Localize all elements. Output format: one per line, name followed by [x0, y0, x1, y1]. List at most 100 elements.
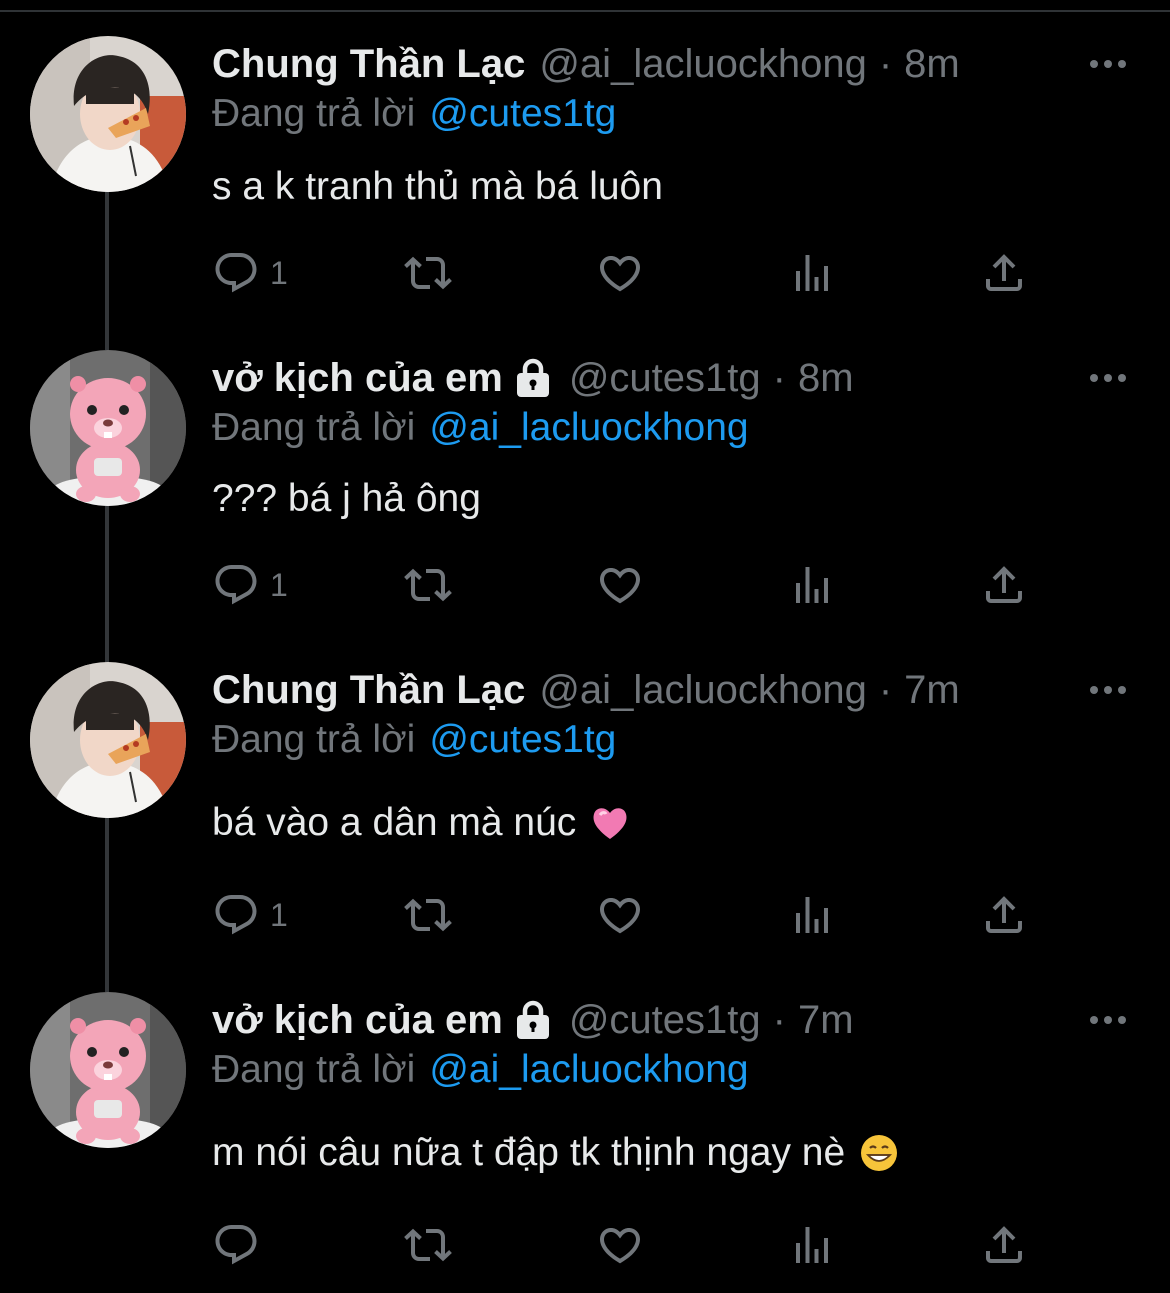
replying-label: Đang trả lời	[212, 1048, 416, 1091]
action-bar: 1	[0, 248, 1170, 298]
replying-to: Đang trả lời @ai_lacluockhong	[212, 1048, 749, 1092]
like-button[interactable]	[596, 248, 644, 298]
reply-button[interactable]: 1	[212, 248, 288, 298]
share-button[interactable]	[980, 890, 1028, 940]
lock-icon	[511, 356, 555, 400]
like-icon	[596, 1221, 644, 1269]
mention-link[interactable]: @cutes1tg	[429, 718, 616, 761]
share-icon	[980, 249, 1028, 297]
timestamp[interactable]: 7m	[798, 998, 854, 1043]
author-handle[interactable]: @ai_lacluockhong	[539, 668, 866, 713]
tweet-text-content: m nói câu nữa t đập tk thịnh ngay nè	[212, 1131, 846, 1174]
avatar[interactable]	[30, 350, 186, 506]
timestamp[interactable]: 7m	[904, 668, 960, 713]
replying-label: Đang trả lời	[212, 92, 416, 135]
replying-label: Đang trả lời	[212, 406, 416, 449]
reply-count: 1	[270, 254, 288, 291]
tweet-header: Chung Thần Lạc @ai_lacluockhong · 8m	[212, 36, 960, 92]
action-bar	[0, 1220, 1170, 1270]
avatar[interactable]	[30, 662, 186, 818]
tweet-header: Chung Thần Lạc @ai_lacluockhong · 7m	[212, 662, 960, 718]
retweet-icon	[404, 249, 452, 297]
author-handle[interactable]: @cutes1tg	[569, 356, 761, 401]
more-options-icon[interactable]	[1086, 50, 1130, 78]
more-options-icon[interactable]	[1086, 1006, 1130, 1034]
views-button[interactable]	[788, 248, 836, 298]
timestamp[interactable]: 8m	[904, 42, 960, 87]
reply-button[interactable]: 1	[212, 890, 288, 940]
author-name[interactable]: Chung Thần Lạc	[212, 42, 525, 87]
reply-icon	[212, 891, 260, 939]
share-button[interactable]	[980, 1220, 1028, 1270]
replying-label: Đang trả lời	[212, 718, 416, 761]
tweet-text-content: ??? bá j hả ông	[212, 477, 481, 520]
lock-icon	[511, 998, 555, 1042]
tweet-text: s a k tranh thủ mà bá luôn	[212, 164, 663, 210]
tweet-header: vở kịch của em @cutes1tg · 7m	[212, 992, 854, 1048]
views-icon	[788, 561, 836, 609]
retweet-icon	[404, 561, 452, 609]
reply-count: 1	[270, 566, 288, 603]
replying-to: Đang trả lời @cutes1tg	[212, 92, 616, 136]
reply-icon	[212, 1221, 260, 1269]
mention-link[interactable]: @cutes1tg	[429, 92, 616, 135]
like-button[interactable]	[596, 1220, 644, 1270]
reply-count: 1	[270, 896, 288, 933]
timestamp[interactable]: 8m	[798, 356, 854, 401]
views-button[interactable]	[788, 560, 836, 610]
retweet-icon	[404, 1221, 452, 1269]
mention-link[interactable]: @ai_lacluockhong	[429, 1048, 748, 1091]
views-icon	[788, 891, 836, 939]
reply-icon	[212, 249, 260, 297]
separator-dot: ·	[772, 997, 786, 1042]
action-bar: 1	[0, 560, 1170, 610]
separator-dot: ·	[772, 355, 786, 400]
retweet-button[interactable]	[404, 248, 452, 298]
like-icon	[596, 561, 644, 609]
share-button[interactable]	[980, 248, 1028, 298]
like-button[interactable]	[596, 560, 644, 610]
like-button[interactable]	[596, 890, 644, 940]
share-icon	[980, 1221, 1028, 1269]
retweet-button[interactable]	[404, 1220, 452, 1270]
tweet-header: vở kịch của em @cutes1tg · 8m	[212, 350, 854, 406]
share-button[interactable]	[980, 560, 1028, 610]
author-name[interactable]: vở kịch của em	[212, 998, 503, 1043]
author-name[interactable]: Chung Thần Lạc	[212, 668, 525, 713]
share-icon	[980, 561, 1028, 609]
avatar[interactable]	[30, 36, 186, 192]
author-handle[interactable]: @cutes1tg	[569, 998, 761, 1043]
tweet-text-content: bá vào a dân mà núc	[212, 801, 577, 844]
tweet-text: m nói câu nữa t đập tk thịnh ngay nè	[212, 1130, 899, 1176]
avatar[interactable]	[30, 992, 186, 1148]
more-options-icon[interactable]	[1086, 676, 1130, 704]
grinning-face-emoji	[859, 1133, 899, 1173]
replying-to: Đang trả lời @cutes1tg	[212, 718, 616, 762]
retweet-button[interactable]	[404, 560, 452, 610]
action-bar: 1	[0, 890, 1170, 940]
share-icon	[980, 891, 1028, 939]
top-divider	[0, 10, 1170, 12]
views-icon	[788, 1221, 836, 1269]
retweet-icon	[404, 891, 452, 939]
retweet-button[interactable]	[404, 890, 452, 940]
author-handle[interactable]: @ai_lacluockhong	[539, 42, 866, 87]
replying-to: Đang trả lời @ai_lacluockhong	[212, 406, 749, 450]
separator-dot: ·	[878, 41, 893, 86]
like-icon	[596, 249, 644, 297]
tweet-text-content: s a k tranh thủ mà bá luôn	[212, 165, 663, 208]
views-icon	[788, 249, 836, 297]
tweet-text: ??? bá j hả ông	[212, 476, 481, 522]
reply-button[interactable]	[212, 1220, 270, 1270]
mention-link[interactable]: @ai_lacluockhong	[429, 406, 748, 449]
more-options-icon[interactable]	[1086, 364, 1130, 392]
tweet-text: bá vào a dân mà núc	[212, 800, 630, 846]
views-button[interactable]	[788, 890, 836, 940]
reply-icon	[212, 561, 260, 609]
like-icon	[596, 891, 644, 939]
author-name[interactable]: vở kịch của em	[212, 356, 503, 401]
views-button[interactable]	[788, 1220, 836, 1270]
pink-heart-emoji	[590, 803, 630, 843]
reply-button[interactable]: 1	[212, 560, 288, 610]
separator-dot: ·	[878, 667, 893, 712]
